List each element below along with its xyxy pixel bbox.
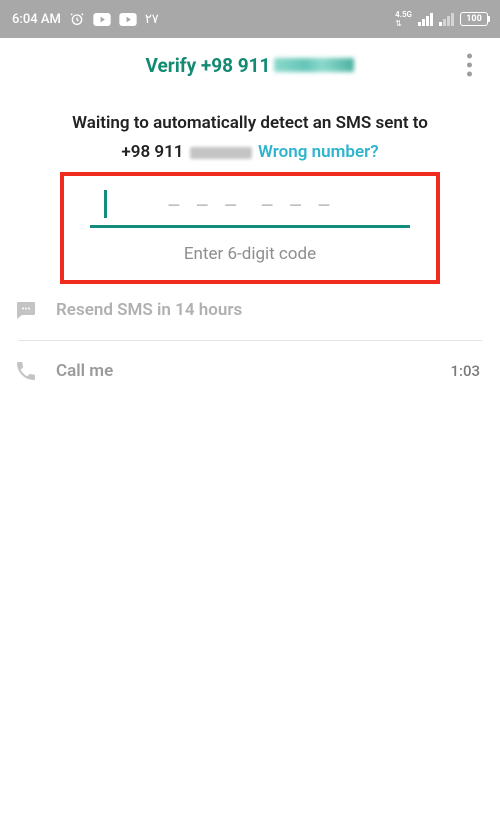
network-indicator: 4.5G ⇅ [395, 11, 412, 28]
youtube-icon [119, 13, 137, 26]
sms-icon [12, 298, 40, 322]
code-group-1: – – – [167, 194, 240, 219]
digit-placeholder: – [317, 194, 333, 219]
resend-sms-row: Resend SMS in 14 hours [0, 284, 500, 336]
signal-icon-secondary [439, 13, 454, 26]
status-bar: 6:04 AM ٢٧ 4.5G ⇅ 100 [0, 0, 500, 38]
battery-icon: 100 [460, 12, 488, 26]
redacted-number [190, 147, 252, 159]
digit-placeholder: – [167, 194, 183, 219]
wrong-number-link[interactable]: Wrong number? [258, 142, 379, 162]
resend-label: Resend SMS in 14 hours [56, 300, 480, 320]
page-title: Verify +98 911 [146, 54, 355, 77]
overflow-menu-button[interactable] [459, 46, 480, 85]
phone-line: +98 911 Wrong number? [20, 142, 480, 162]
waiting-message: Waiting to automatically detect an SMS s… [20, 112, 480, 134]
status-left: 6:04 AM ٢٧ [12, 11, 159, 27]
call-me-row[interactable]: Call me 1:03 [0, 345, 500, 397]
main-content: Waiting to automatically detect an SMS s… [0, 92, 500, 284]
youtube-icon [93, 13, 111, 26]
battery-level: 100 [466, 14, 482, 24]
code-input[interactable]: – – – – – – [90, 186, 410, 228]
network-label: 4.5G [395, 11, 412, 19]
digit-placeholder: – [288, 194, 304, 219]
code-group-2: – – – [260, 194, 333, 219]
status-right: 4.5G ⇅ 100 [395, 11, 488, 28]
status-time: 6:04 AM [12, 12, 61, 27]
digit-placeholder: – [260, 194, 276, 219]
code-hint: Enter 6-digit code [80, 244, 420, 264]
redacted-number [274, 58, 354, 72]
text-cursor [104, 190, 107, 218]
digit-placeholder: – [195, 194, 211, 219]
code-entry-highlight: – – – – – – Enter 6-digit code [60, 172, 440, 284]
divider [18, 340, 482, 341]
signal-icon [418, 13, 433, 26]
data-arrows-icon: ⇅ [395, 20, 402, 28]
digit-placeholder: – [224, 194, 240, 219]
phone-prefix: +98 911 [121, 142, 183, 162]
status-extra: ٢٧ [145, 12, 159, 27]
alarm-icon [69, 11, 85, 27]
call-timer: 1:03 [450, 362, 480, 380]
title-text: Verify +98 911 [146, 54, 271, 77]
app-bar: Verify +98 911 [0, 38, 500, 92]
phone-icon [12, 359, 40, 383]
call-label: Call me [56, 361, 434, 381]
